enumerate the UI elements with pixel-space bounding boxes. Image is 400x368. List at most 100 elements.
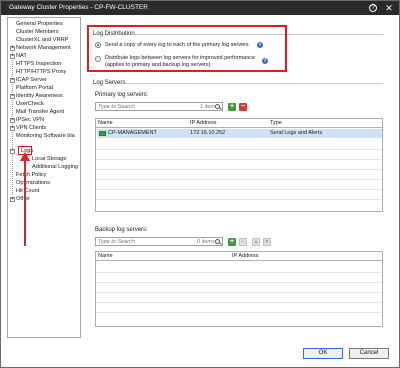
collapse-icon[interactable]: − (10, 149, 15, 154)
backup-servers-table: Name IP Address (95, 251, 383, 327)
tree-item-label: Network Management (16, 45, 71, 51)
cancel-button[interactable]: Cancel (349, 348, 389, 359)
annotation-arrow-head-icon (20, 152, 30, 161)
add-primary-server-button[interactable]: + (228, 103, 236, 111)
tree-item-label: ICAP Server (16, 77, 47, 83)
item-count: 1 item (200, 104, 215, 110)
expand-icon[interactable]: + (10, 54, 15, 59)
row-divider (96, 272, 382, 273)
tree-item-local-storage[interactable]: Local Storage (32, 155, 67, 163)
search-icon (215, 104, 220, 109)
row-divider (96, 292, 382, 293)
help-icon[interactable]: ? (369, 4, 377, 12)
tree-item-label: General Properties (16, 21, 63, 27)
tree-item-ipsec-vpn[interactable]: IPSec VPN (16, 116, 44, 124)
log-servers-title: Log Servers (93, 80, 126, 86)
tree-item-fetch-policy[interactable]: Fetch Policy (16, 171, 46, 179)
tree-item-label: HTTPS Inspection (16, 61, 62, 67)
server-type-cell: Send Logs and Alerts (270, 130, 323, 136)
tree-item-http-https-proxy[interactable]: HTTP/HTTPS Proxy (16, 68, 66, 76)
log-distribution-annotation-box (87, 25, 287, 72)
backup-search-input[interactable]: Type to Search 0 items (95, 237, 223, 246)
close-icon[interactable]: ✕ (383, 3, 395, 13)
tree-item-label: Local Storage (32, 156, 67, 162)
expand-icon[interactable]: + (10, 126, 15, 131)
tree-item-label: VPN Clients (16, 125, 47, 131)
search-placeholder: Type to Search (98, 239, 135, 245)
tree-item-monitoring-software[interactable]: Monitoring Software bla (16, 132, 75, 140)
annotation-arrow-shaft (24, 156, 26, 246)
table-row[interactable]: CP-MANAGEMENT 172.16.10.252 Send Logs an… (97, 129, 382, 138)
table-header: Name IP Address (96, 252, 382, 261)
tree-item-platform-portal[interactable]: Platform Portal (16, 84, 53, 92)
row-divider (96, 149, 382, 150)
move-down-icon[interactable]: ▼ (263, 238, 271, 246)
table-header: Name IP Address Type (96, 119, 382, 128)
tree-item-label: IPSec VPN (16, 117, 44, 123)
remove-primary-server-button[interactable]: − (239, 103, 247, 111)
tree-item-label: Additional Logging (32, 164, 79, 170)
row-divider (96, 302, 382, 303)
primary-search-input[interactable]: Type to Search 1 item (95, 102, 223, 111)
backup-servers-label: Backup log servers: (95, 227, 148, 233)
add-backup-server-button[interactable]: + (228, 238, 236, 246)
move-up-icon[interactable]: ▲ (252, 238, 260, 246)
title-bar[interactable]: Gateway Cluster Properties - CP-FW-CLUST… (1, 1, 399, 15)
expand-icon[interactable]: + (10, 118, 15, 123)
tree-item-label: UserCheck (16, 101, 44, 107)
tree-item-label: Fetch Policy (16, 172, 47, 178)
expand-icon[interactable]: + (10, 78, 15, 83)
tree-item-icap-server[interactable]: ICAP Server (16, 76, 47, 84)
tree-item-label: Identity Awareness (16, 93, 63, 99)
row-divider (96, 189, 382, 190)
tree-item-label: Optimizations (16, 180, 50, 186)
tree-item-mail-transfer-agent[interactable]: Mail Transfer Agent (16, 108, 64, 116)
item-count: 0 items (197, 239, 215, 245)
tree-item-vpn-clients[interactable]: VPN Clients (16, 124, 46, 132)
tree-item-clusterxl-vrrp[interactable]: ClusterXL and VRRP (16, 36, 68, 44)
primary-servers-table: Name IP Address Type CP-MANAGEMENT 172.1… (95, 118, 383, 212)
expand-icon[interactable]: + (10, 94, 15, 99)
row-divider (96, 169, 382, 170)
remove-backup-server-button[interactable]: − (239, 238, 247, 246)
tree-item-additional-logging[interactable]: Additional Logging (32, 163, 78, 171)
tree-item-other[interactable]: Other (16, 195, 30, 203)
navigation-tree: General Properties Cluster Members Clust… (7, 17, 81, 338)
tree-item-cluster-members[interactable]: Cluster Members (16, 28, 59, 36)
window-title: Gateway Cluster Properties - CP-FW-CLUST… (9, 4, 148, 11)
row-divider (96, 282, 382, 283)
tree-item-label: Monitoring Software bla (16, 133, 75, 139)
tree-item-label: Cluster Members (16, 29, 59, 35)
tree-item-hit-count[interactable]: Hit Count (16, 187, 39, 195)
ok-button[interactable]: OK (303, 348, 343, 359)
search-placeholder: Type to Search (98, 104, 135, 110)
server-ip-cell: 172.16.10.252 (190, 130, 226, 136)
row-divider (96, 179, 382, 180)
tree-item-label: Hit Count (16, 188, 40, 194)
tree-item-label: Mail Transfer Agent (16, 109, 65, 115)
properties-dialog: Gateway Cluster Properties - CP-FW-CLUST… (0, 0, 400, 368)
column-header-name[interactable]: Name (98, 120, 113, 126)
tree-item-label: Platform Portal (16, 85, 53, 91)
server-name-cell: CP-MANAGEMENT (108, 130, 157, 136)
primary-servers-label: Primary log servers: (95, 92, 149, 98)
column-header-ip[interactable]: IP Address (232, 253, 259, 259)
tree-item-https-inspection[interactable]: HTTPS Inspection (16, 60, 61, 68)
column-header-ip[interactable]: IP Address (190, 120, 217, 126)
tree-item-nat[interactable]: NAT (16, 52, 27, 60)
tree-item-identity-awareness[interactable]: Identity Awareness (16, 92, 63, 100)
column-header-name[interactable]: Name (98, 253, 113, 259)
expand-icon[interactable]: + (10, 197, 15, 202)
column-header-type[interactable]: Type (270, 120, 282, 126)
tree-item-label: NAT (16, 53, 27, 59)
log-server-icon (99, 131, 106, 136)
section-divider (125, 83, 383, 84)
tree-item-general-properties[interactable]: General Properties (16, 20, 63, 28)
search-icon (215, 239, 220, 244)
tree-item-optimizations[interactable]: Optimizations (16, 179, 50, 187)
tree-item-label: Other (16, 196, 30, 202)
expand-icon[interactable]: + (10, 46, 15, 51)
tree-item-usercheck[interactable]: UserCheck (16, 100, 44, 108)
tree-item-label: HTTP/HTTPS Proxy (16, 69, 67, 75)
tree-item-network-management[interactable]: Network Management (16, 44, 71, 52)
